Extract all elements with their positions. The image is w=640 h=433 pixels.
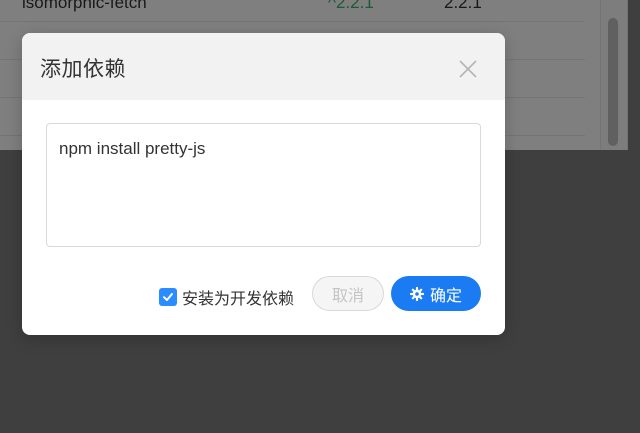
cancel-button[interactable]: 取消 (312, 276, 384, 311)
add-dependency-dialog: 添加依赖 安装为开发依赖 取消 (22, 33, 505, 335)
command-textarea[interactable] (46, 123, 481, 247)
checkbox-box[interactable] (159, 288, 177, 306)
check-icon (163, 293, 173, 301)
dev-dependency-checkbox[interactable]: 安装为开发依赖 (159, 285, 294, 309)
gear-icon (409, 286, 424, 301)
dialog-header: 添加依赖 (22, 33, 505, 100)
close-icon (459, 60, 477, 78)
cancel-label: 取消 (331, 287, 364, 305)
confirm-label: 确定 (429, 287, 462, 305)
dialog-footer: 安装为开发依赖 取消 确定 (22, 276, 505, 312)
confirm-button[interactable]: 确定 (391, 276, 481, 311)
checkbox-label: 安装为开发依赖 (182, 291, 295, 308)
dialog-title: 添加依赖 (40, 58, 126, 81)
close-button[interactable] (456, 57, 480, 81)
